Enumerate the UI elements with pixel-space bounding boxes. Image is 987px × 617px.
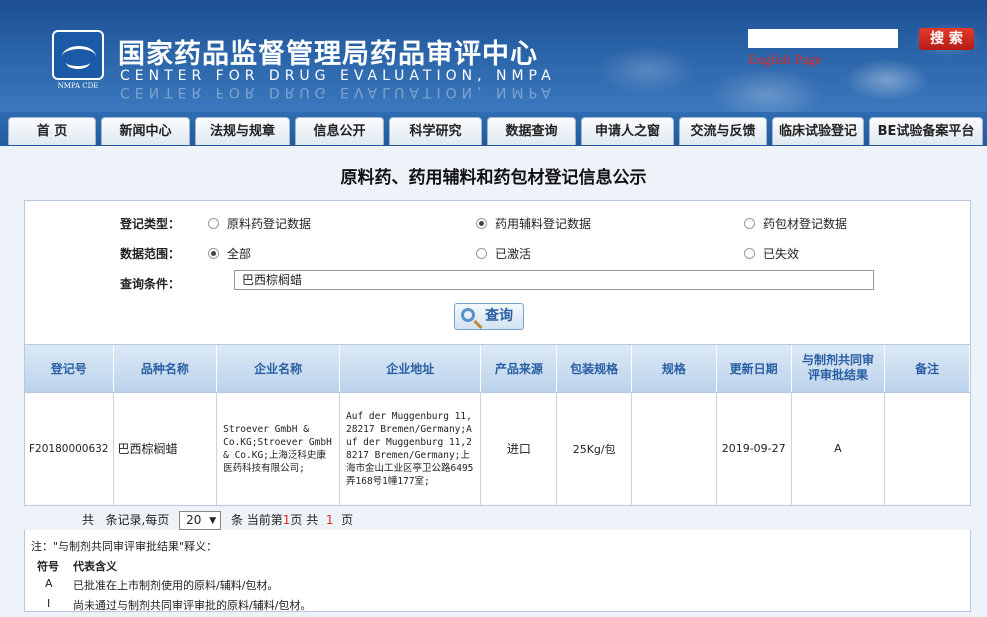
site-search-button[interactable]: 搜 索 (919, 28, 974, 50)
site-title-cn: 国家药品监督管理局药品审评中心 (118, 39, 538, 70)
nav-applicant[interactable]: 申请人之窗 (581, 117, 674, 145)
cell-address: Auf der Muggenburg 11,28217 Bremen/Germa… (339, 392, 482, 505)
query-input[interactable]: 巴西棕榈蜡 (234, 270, 874, 290)
query-button-label: 查询 (485, 308, 513, 324)
cell-remark (885, 392, 970, 505)
cell-reg-no: F20180000632 (25, 392, 114, 505)
pager-text: 条 当前第 (230, 513, 283, 527)
radio-label: 原料药登记数据 (227, 217, 312, 231)
result-legend: 注："与制剂共同审评审批结果"释义： 符号 代表含义 A 已批准在上市制剂使用的… (24, 530, 971, 612)
col-header-address: 企业地址 (339, 345, 482, 393)
pager-text: 页 共 (290, 513, 319, 527)
nmpa-logo[interactable]: NMPA CDE (50, 30, 106, 94)
col-header-company: 企业名称 (216, 345, 340, 393)
cell-company: Stroever GmbH & Co.KG;Stroever GmbH & Co… (216, 392, 340, 505)
col-header-reg-no: 登记号 (25, 345, 114, 393)
radio-icon (744, 248, 755, 259)
cell-name: 巴西棕榈蜡 (113, 392, 218, 505)
query-button[interactable]: 查询 (454, 303, 524, 330)
nav-clinical-trial[interactable]: 临床试验登记 (772, 117, 864, 145)
legend-symbol: I (47, 597, 51, 610)
pager-text: 条记录,每页 (105, 513, 170, 527)
radio-checked-icon (476, 218, 487, 229)
scope-option-expired[interactable]: 已失效 (744, 245, 799, 262)
radio-label: 已激活 (495, 247, 532, 261)
site-search-input[interactable] (748, 29, 898, 48)
nav-be-platform[interactable]: BE试验备案平台 (869, 117, 983, 145)
scope-option-all[interactable]: 全部 (208, 245, 251, 262)
col-header-name: 品种名称 (113, 345, 218, 393)
nav-research[interactable]: 科学研究 (389, 117, 482, 145)
type-option-excipient[interactable]: 药用辅料登记数据 (476, 215, 591, 232)
query-form: 登记类型： 原料药登记数据 药用辅料登记数据 药包材登记数据 数据范围： 全部 … (24, 200, 971, 345)
nav-home[interactable]: 首 页 (8, 117, 96, 145)
col-header-source: 产品来源 (480, 345, 558, 393)
site-title-en: CENTER FOR DRUG EVALUATION, NMPA (120, 68, 556, 84)
legend-col-meaning: 代表含义 (73, 560, 117, 573)
magnifier-icon (461, 308, 475, 322)
site-title-en-reflection: CENTER FOR DRUG EVALUATION, NMPA (120, 84, 556, 100)
cell-source: 进口 (480, 392, 558, 505)
radio-icon (476, 248, 487, 259)
table-header-row: 登记号 品种名称 企业名称 企业地址 产品来源 包装规格 规格 更新日期 与制剂… (25, 345, 970, 393)
radio-icon (744, 218, 755, 229)
scope-option-active[interactable]: 已激活 (476, 245, 531, 262)
nav-regulations[interactable]: 法规与规章 (195, 117, 290, 145)
results-table: 登记号 品种名称 企业名称 企业地址 产品来源 包装规格 规格 更新日期 与制剂… (24, 344, 971, 506)
legend-col-symbol: 符号 (37, 560, 59, 573)
logo-emblem-icon (52, 30, 104, 80)
radio-label: 药用辅料登记数据 (495, 217, 592, 231)
radio-checked-icon (208, 248, 219, 259)
col-header-remark: 备注 (884, 345, 970, 393)
radio-label: 已失效 (763, 247, 800, 261)
main-nav: 首 页 新闻中心 法规与规章 信息公开 科学研究 数据查询 申请人之窗 交流与反… (0, 112, 987, 146)
site-header: NMPA CDE 国家药品监督管理局药品审评中心 CENTER FOR DRUG… (0, 0, 987, 112)
cell-updated: 2019-09-27 (716, 392, 792, 505)
logo-caption: NMPA CDE (57, 82, 99, 90)
pager-text: 页 (341, 513, 354, 527)
pagination: 共 条记录,每页 20 条 当前第1页 共 1 页 (82, 511, 353, 530)
type-option-api[interactable]: 原料药登记数据 (208, 215, 311, 232)
legend-meaning: 尚未通过与制剂共同审评审批的原料/辅料/包材。 (73, 599, 312, 612)
legend-meaning: 已批准在上市制剂使用的原料/辅料/包材。 (73, 579, 279, 592)
col-header-result: 与制剂共同审评审批结果 (791, 345, 886, 393)
pager-text: 共 (82, 513, 95, 527)
cell-result: A (791, 392, 886, 505)
nav-feedback[interactable]: 交流与反馈 (679, 117, 767, 145)
col-header-spec: 规格 (631, 345, 717, 393)
radio-icon (208, 218, 219, 229)
cell-spec (631, 392, 717, 505)
radio-label: 全部 (227, 247, 252, 261)
table-row[interactable]: F20180000632 巴西棕榈蜡 Stroever GmbH & Co.KG… (25, 392, 970, 505)
page-title: 原料药、药用辅料和药包材登记信息公示 (340, 168, 647, 188)
cell-package: 25Kg/包 (556, 392, 633, 505)
type-option-packaging[interactable]: 药包材登记数据 (744, 215, 847, 232)
nav-data-query[interactable]: 数据查询 (487, 117, 576, 145)
type-label: 登记类型： (120, 217, 181, 231)
pager-total-pages: 1 (325, 513, 334, 527)
col-header-package: 包装规格 (556, 345, 633, 393)
english-page-link[interactable]: English Page (748, 53, 822, 69)
legend-symbol: A (45, 577, 53, 590)
query-label: 查询条件： (120, 277, 181, 291)
legend-title: 注："与制剂共同审评审批结果"释义： (31, 540, 218, 553)
scope-label: 数据范围： (120, 247, 181, 261)
per-page-select[interactable]: 20 (179, 511, 222, 530)
col-header-updated: 更新日期 (716, 345, 792, 393)
nav-news[interactable]: 新闻中心 (101, 117, 190, 145)
radio-label: 药包材登记数据 (763, 217, 848, 231)
nav-info-disclosure[interactable]: 信息公开 (295, 117, 384, 145)
